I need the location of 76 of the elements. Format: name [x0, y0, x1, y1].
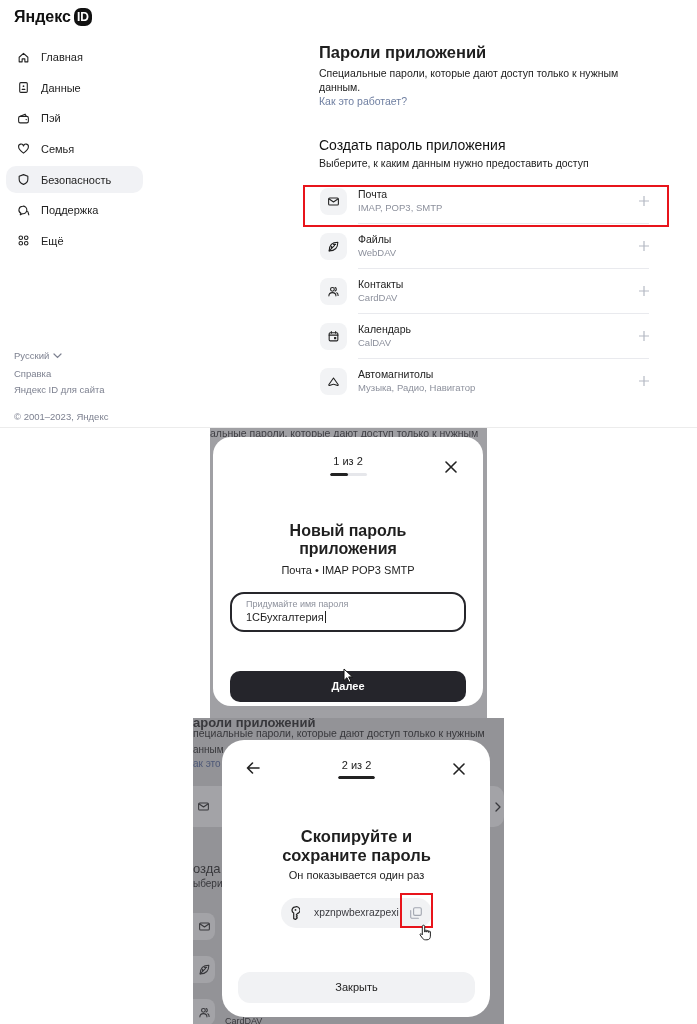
dialog-title: Скопируйте и сохраните пароль: [281, 827, 432, 865]
close-icon[interactable]: [445, 461, 457, 473]
app-protocols: CardDAV: [358, 290, 398, 304]
backdrop-heading: озда: [193, 861, 221, 877]
copyright-text: © 2001–2023, Яндекс: [14, 411, 109, 423]
people-icon: [320, 277, 347, 305]
backdrop-text: ак это: [193, 757, 221, 771]
shield-icon: [17, 173, 30, 187]
add-icon[interactable]: [639, 286, 649, 296]
section-hint: Выберите, к каким данным нужно предоставить доступ: [319, 156, 589, 170]
how-it-works-link[interactable]: Как это работает?: [319, 94, 407, 108]
hand-cursor-icon: [419, 924, 432, 941]
leaf-icon: [193, 956, 215, 983]
dialog-subtitle: Почта • IMAP POP3 SMTP: [281, 563, 415, 577]
footer-link[interactable]: Справка: [14, 368, 52, 380]
home-icon: [17, 50, 30, 64]
dialog-title: Новый пароль приложения: [288, 522, 408, 558]
nav-item[interactable]: Безопасность: [6, 166, 143, 194]
app-name: Файлы: [358, 232, 392, 246]
nav-item[interactable]: Поддержка: [6, 196, 143, 224]
next-button[interactable]: Далее: [230, 671, 466, 702]
heart-icon: [17, 142, 30, 156]
nav-item[interactable]: Семья: [6, 135, 143, 163]
chat-icon: [17, 203, 30, 217]
language-dropdown[interactable]: Русский: [14, 350, 63, 362]
wallet-icon: [17, 111, 30, 125]
close-icon[interactable]: [453, 763, 465, 775]
backdrop-hint: ыбери: [193, 877, 223, 890]
grid-icon: [17, 234, 30, 248]
copy-icon[interactable]: [410, 907, 422, 919]
logo-wordmark: Яндекс: [14, 7, 71, 27]
dialog-subtitle: Он показывается один раз: [288, 868, 425, 882]
footer-link[interactable]: Яндекс ID для сайта: [14, 384, 105, 396]
app-protocols: IMAP, POP3, SMTP: [358, 200, 443, 214]
id-card-icon: [17, 81, 30, 95]
arrow-left-icon[interactable]: [246, 762, 260, 774]
app-protocols: Музыка, Радио, Навигатор: [358, 380, 476, 394]
add-icon[interactable]: [639, 241, 649, 251]
calendar-icon: [320, 322, 347, 350]
app-name: Календарь: [358, 322, 411, 336]
text-cursor-icon: [324, 611, 326, 623]
logo-id-badge: ID: [73, 8, 92, 26]
backdrop-text: анным: [193, 743, 224, 757]
nav-item[interactable]: Пэй: [6, 104, 143, 132]
pointer-cursor-icon: [343, 668, 353, 683]
app-name: Контакты: [358, 277, 404, 291]
envelope-icon: [320, 187, 347, 215]
nav-item[interactable]: Ещё: [6, 227, 143, 255]
envelope-icon: [197, 800, 210, 813]
key-icon: [291, 906, 300, 920]
add-icon[interactable]: [639, 331, 649, 341]
add-icon[interactable]: [639, 376, 649, 386]
app-protocols: CalDAV: [358, 335, 392, 349]
triangle-icon: [320, 367, 347, 395]
close-dialog-button[interactable]: Закрыть: [238, 972, 475, 1003]
step-progress-track: [338, 776, 375, 779]
chevron-right-icon: [495, 801, 501, 812]
chevron-down-icon: [53, 353, 63, 359]
section-title: Создать пароль приложения: [319, 137, 506, 153]
app-name: Автомагнитолы: [358, 367, 434, 381]
backdrop-caption: CardDAV: [225, 1018, 263, 1024]
add-icon[interactable]: [639, 196, 649, 206]
step-counter: 2 из 2: [341, 759, 372, 772]
envelope-icon: [193, 913, 215, 940]
people-icon: [193, 999, 215, 1024]
backdrop-title: ароли приложений: [193, 718, 316, 728]
leaf-icon: [320, 232, 347, 260]
app-name: Почта: [358, 187, 388, 201]
nav-item[interactable]: Данные: [6, 74, 143, 102]
page-title: Пароли приложений: [319, 43, 487, 61]
nav-item[interactable]: Главная: [6, 43, 143, 71]
password-name-field[interactable]: Придумайте имя пароля 1СБухгалтерия: [230, 592, 466, 632]
page-description: Специальные пароли, которые дают доступ только к нужным данным.: [319, 66, 620, 94]
step-counter: 1 из 2: [333, 455, 363, 468]
password-value: xpznpwbexrazpexi: [314, 906, 399, 920]
app-protocols: WebDAV: [358, 245, 397, 259]
